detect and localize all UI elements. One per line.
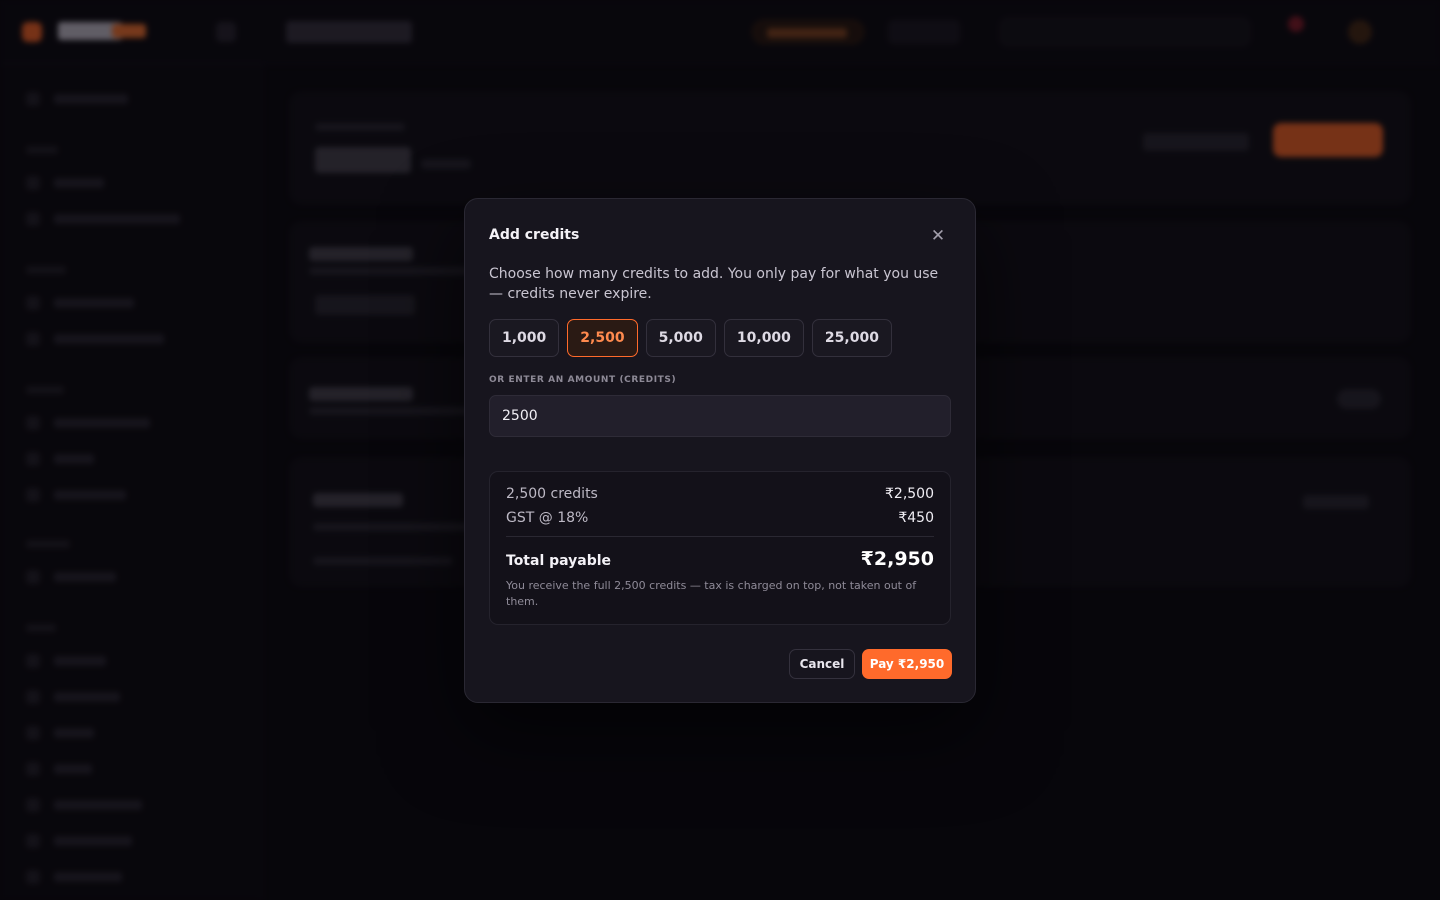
dialog-description: Choose how many credits to add. You only… (489, 266, 939, 302)
close-button[interactable]: ✕ (927, 225, 949, 247)
preset-option-10000[interactable]: 10,000 (723, 319, 804, 357)
dialog-title: Add credits (489, 227, 580, 243)
total-label: Total payable (506, 553, 612, 569)
preset-options: 1,000 2,500 5,000 10,000 25,000 (489, 319, 892, 357)
preset-option-25000[interactable]: 25,000 (811, 319, 892, 357)
amount-label: OR ENTER AN AMOUNT (CREDITS) (489, 375, 677, 385)
amount-input[interactable] (489, 395, 951, 437)
gst-amount: ₹450 (898, 510, 934, 526)
credits-label: 2,500 credits (506, 486, 598, 502)
add-credits-dialog: Add credits ✕ Choose how many credits to… (464, 198, 976, 703)
gst-row: GST @ 18% ₹450 (506, 510, 934, 526)
total-row: Total payable ₹2,950 (506, 548, 934, 570)
preset-option-2500[interactable]: 2,500 (567, 319, 638, 357)
credits-price: ₹2,500 (885, 486, 934, 502)
gst-label: GST @ 18% (506, 510, 589, 526)
credits-row: 2,500 credits ₹2,500 (506, 486, 934, 502)
summary-divider (506, 536, 934, 537)
pay-button[interactable]: Pay ₹2,950 (862, 649, 952, 679)
preset-option-5000[interactable]: 5,000 (645, 319, 716, 357)
price-summary: 2,500 credits ₹2,500 GST @ 18% ₹450 Tota… (489, 471, 951, 625)
close-icon: ✕ (930, 226, 946, 246)
preset-option-1000[interactable]: 1,000 (489, 319, 560, 357)
total-amount: ₹2,950 (860, 548, 934, 570)
tax-note: You receive the full 2,500 credits — tax… (506, 579, 917, 608)
cancel-button[interactable]: Cancel (789, 649, 855, 679)
